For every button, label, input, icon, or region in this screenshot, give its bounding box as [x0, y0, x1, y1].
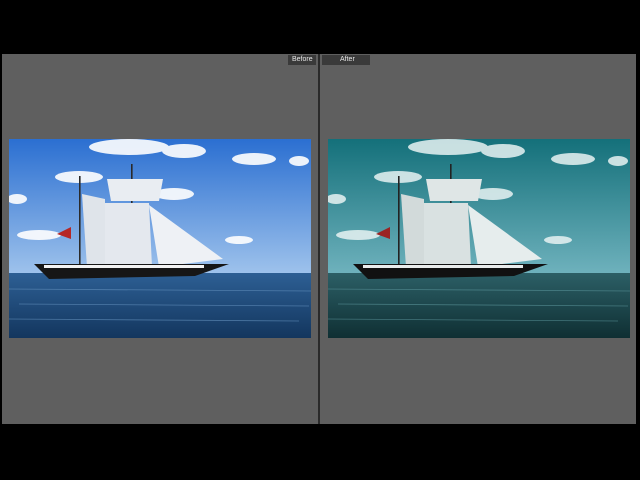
bottom-bar — [0, 424, 640, 480]
before-label: Before — [288, 55, 316, 65]
after-photo[interactable] — [328, 139, 630, 338]
before-photo[interactable] — [9, 139, 311, 338]
after-label: After — [322, 55, 370, 65]
